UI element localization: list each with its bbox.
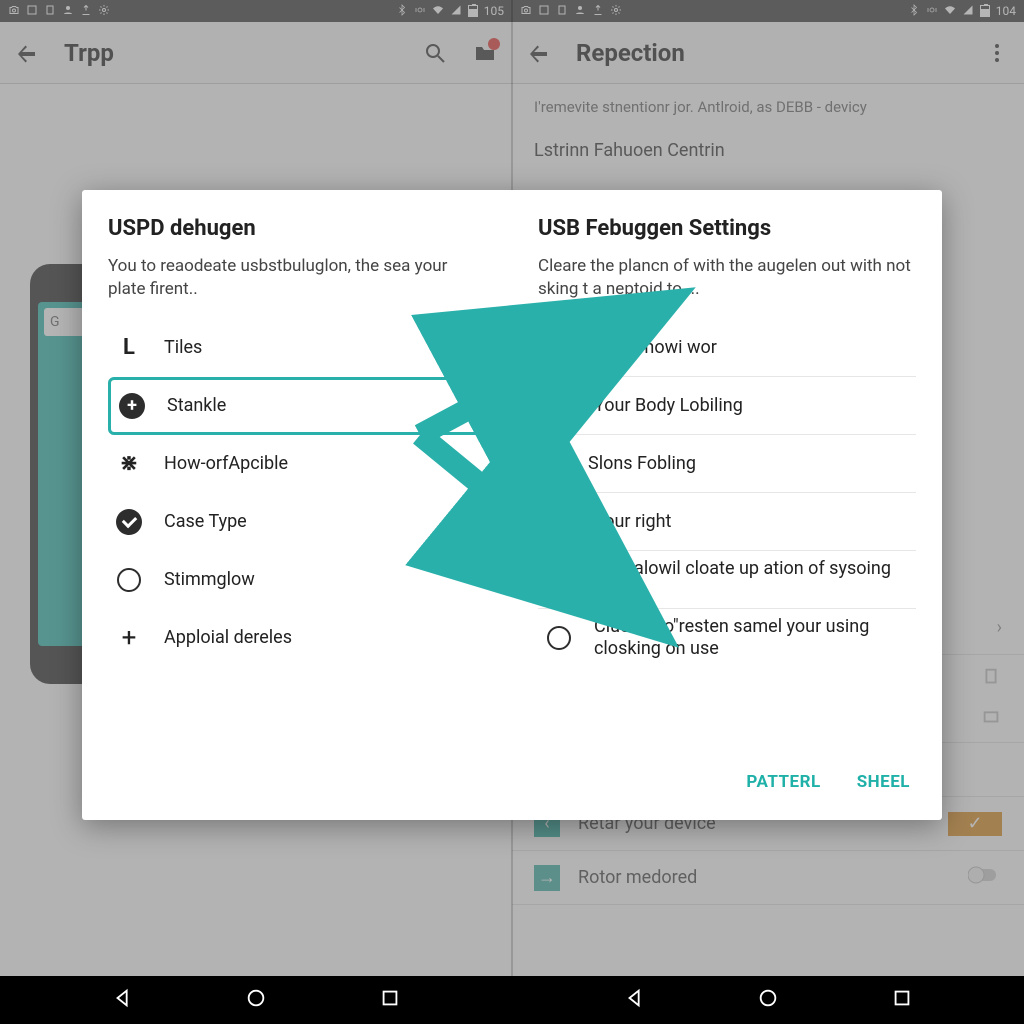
glyph-icon: ⋇: [114, 449, 144, 479]
option-apploial-dereles[interactable]: + Apploial dereles: [108, 609, 486, 667]
option-clue-oresten[interactable]: Clue the o"resten samel your using closk…: [538, 609, 916, 667]
option-label: Apploial dereles: [164, 627, 480, 649]
option-label: Clue the o"resten samel your using closk…: [594, 616, 910, 659]
nav-home-icon[interactable]: [757, 987, 779, 1013]
option-label: Clue Thowi wor: [594, 337, 910, 359]
option-label: Your Body Lobiling: [594, 395, 910, 417]
nav-back-icon[interactable]: [624, 987, 646, 1013]
guide-arrow-lower: [410, 420, 600, 584]
option-label: Your right: [594, 511, 910, 533]
plus-circle-icon: +: [117, 391, 147, 421]
nav-bar: [512, 976, 1024, 1024]
nav-recents-icon[interactable]: [379, 987, 401, 1013]
neutral-button[interactable]: PATTERL: [746, 772, 820, 792]
radio-unchecked-icon: [544, 623, 574, 653]
dialog-subtitle: You to reaodeate usbstbuluglon, the sea …: [108, 255, 486, 301]
plus-icon: +: [114, 623, 144, 653]
nav-home-icon[interactable]: [245, 987, 267, 1013]
option-label: Clue alowil cloate up ation of sysoing d…: [594, 558, 910, 601]
nav-bar: [0, 976, 512, 1024]
positive-button[interactable]: SHEEL: [857, 772, 910, 792]
dialog-title: USB Febuggen Settings: [538, 216, 916, 241]
dialog-actions: PATTERL SHEEL: [538, 762, 916, 802]
nav-recents-icon[interactable]: [891, 987, 913, 1013]
radio-unchecked-icon: [114, 565, 144, 595]
option-label: Slons Fobling: [588, 453, 910, 475]
check-circle-icon: [114, 507, 144, 537]
letter-l-icon: L: [114, 333, 144, 363]
dialog-subtitle: Cleare the plancn of with the augelen ou…: [538, 255, 916, 301]
nav-back-icon[interactable]: [112, 987, 134, 1013]
dialog-title: USPD dehugen: [108, 216, 486, 241]
